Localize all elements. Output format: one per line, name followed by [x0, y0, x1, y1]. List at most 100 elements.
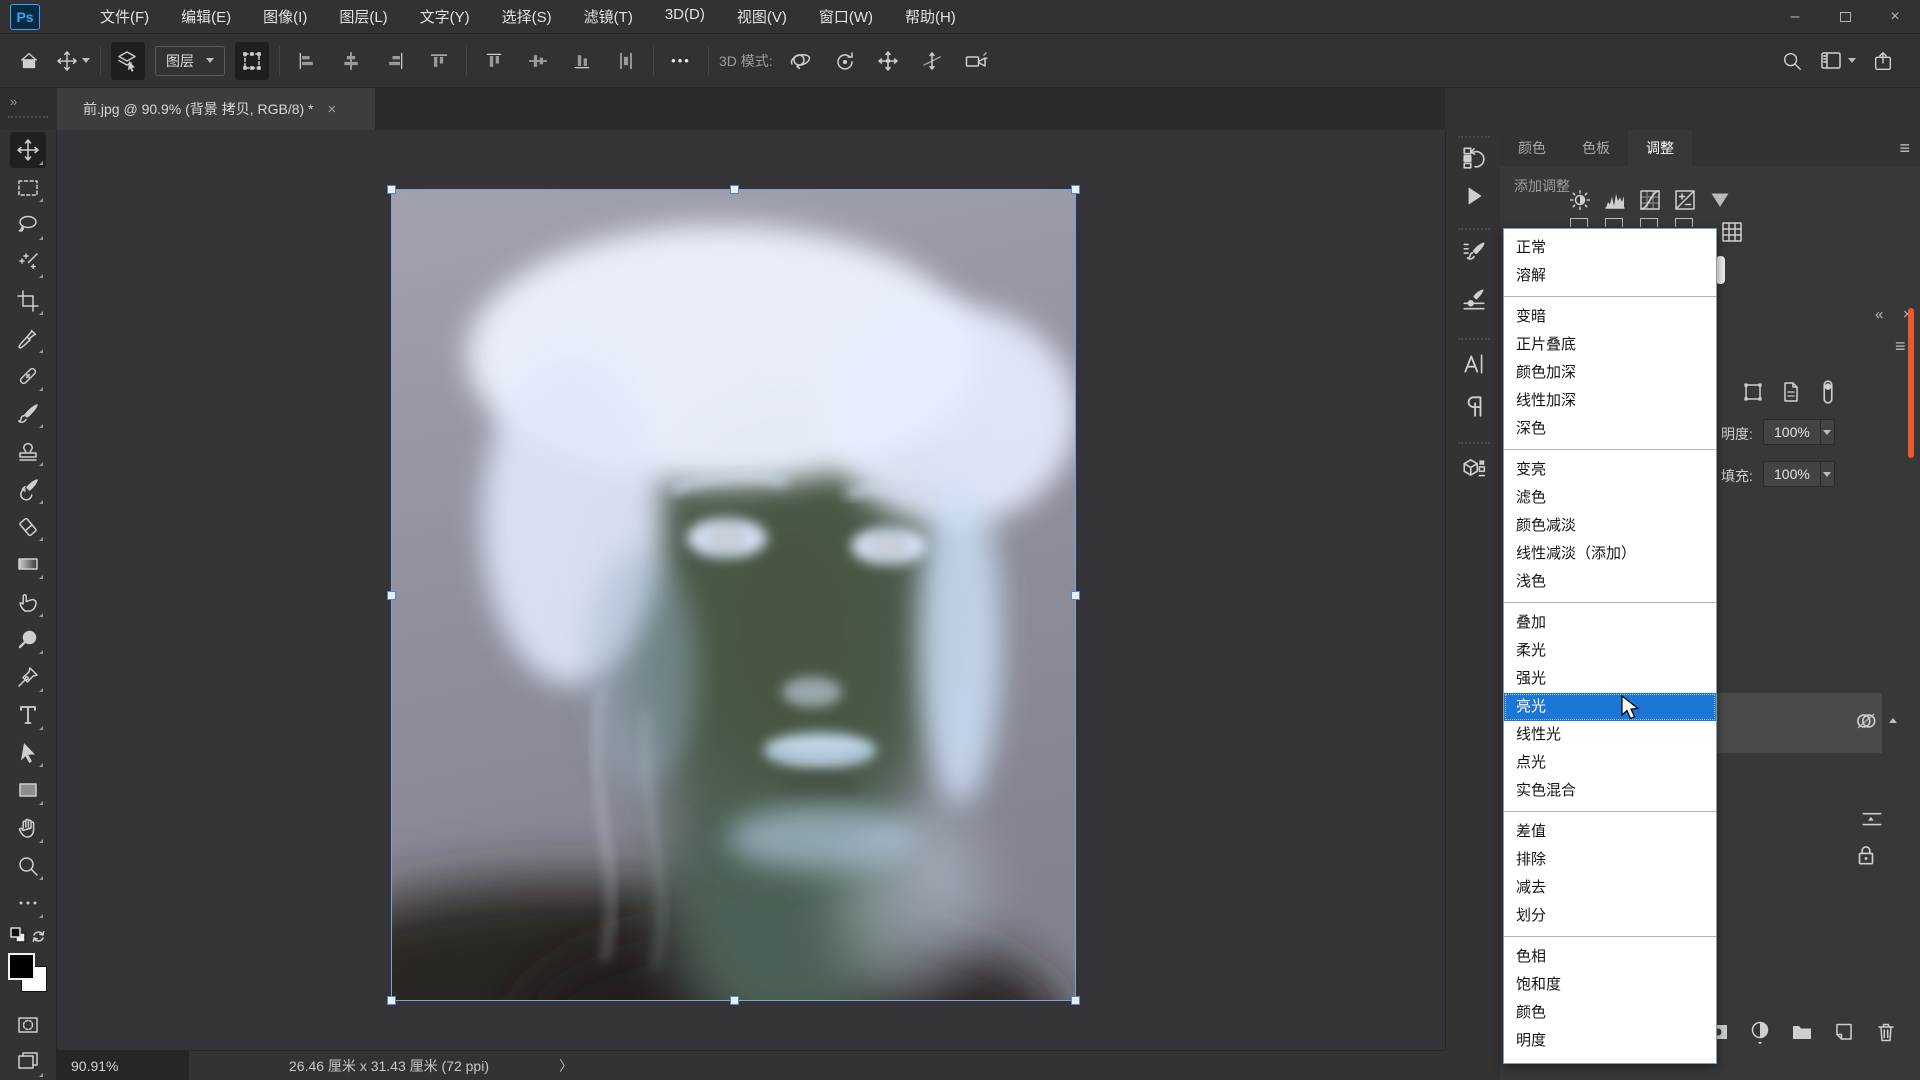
pen-tool[interactable]	[10, 659, 46, 695]
hand-tool[interactable]	[10, 810, 46, 846]
tab-color[interactable]: 颜色	[1500, 130, 1564, 166]
gradient-tool[interactable]	[10, 546, 46, 582]
vibrance-button[interactable]	[1706, 186, 1734, 214]
history-brush-tool[interactable]	[10, 471, 46, 507]
blend-mode-option[interactable]: 强光	[1504, 665, 1716, 693]
threed-panel-button[interactable]	[1460, 454, 1488, 482]
smudge-tool[interactable]	[10, 584, 46, 620]
fill-dropdown[interactable]	[1820, 462, 1834, 486]
blend-mode-option[interactable]: 颜色	[1504, 999, 1716, 1027]
menu-item-8[interactable]: 视图(V)	[721, 0, 803, 34]
auto-select-toggle[interactable]	[111, 42, 145, 80]
blend-mode-option[interactable]: 变亮	[1504, 456, 1716, 484]
align-middle-button[interactable]	[521, 42, 555, 80]
blend-mode-option[interactable]: 颜色减淡	[1504, 512, 1716, 540]
adjustment-layer-icon[interactable]	[1748, 1019, 1772, 1045]
scrollbar-highlight[interactable]	[1908, 308, 1914, 458]
align-center-h-button[interactable]	[334, 42, 368, 80]
brightness-contrast-button[interactable]	[1566, 186, 1594, 214]
tab-swatches[interactable]: 色板	[1564, 130, 1628, 166]
threed-orbit-button[interactable]	[783, 42, 817, 80]
history-panel-button[interactable]	[1460, 144, 1488, 172]
menu-item-5[interactable]: 选择(S)	[486, 0, 568, 34]
blend-mode-option[interactable]: 线性减淡（添加）	[1504, 540, 1716, 568]
tab-adjustments[interactable]: 调整	[1628, 130, 1692, 166]
new-group-folder-icon[interactable]	[1790, 1020, 1814, 1044]
blend-mode-option[interactable]: 明度	[1504, 1027, 1716, 1055]
blend-mode-option[interactable]: 线性光	[1504, 721, 1716, 749]
search-icon[interactable]	[1781, 50, 1803, 72]
menu-item-9[interactable]: 窗口(W)	[803, 0, 889, 34]
panel-menu-icon[interactable]: ≡	[1895, 336, 1906, 357]
blend-circles-icon[interactable]	[1853, 708, 1879, 734]
threed-pan-button[interactable]	[871, 42, 905, 80]
align-left-button[interactable]	[290, 42, 324, 80]
character-panel-button[interactable]	[1460, 350, 1488, 378]
zoom-level-field[interactable]: 90.91%	[57, 1051, 189, 1080]
panel-menu-icon[interactable]: ≡	[1899, 138, 1910, 159]
show-transform-controls-toggle[interactable]	[235, 42, 269, 80]
color-balance-button-clipped[interactable]	[1605, 218, 1623, 227]
blend-mode-option[interactable]: 溶解	[1504, 262, 1716, 290]
actions-panel-button[interactable]	[1460, 182, 1488, 210]
fill-field[interactable]: 100%	[1763, 461, 1835, 487]
close-button[interactable]: ×	[1870, 0, 1920, 34]
blend-mode-option[interactable]: 线性加深	[1504, 387, 1716, 415]
clip-layers-icon[interactable]	[1859, 805, 1885, 831]
blend-mode-option[interactable]: 滤色	[1504, 484, 1716, 512]
zoom-tool[interactable]	[10, 848, 46, 884]
align-bottom-button[interactable]	[565, 42, 599, 80]
menu-item-10[interactable]: 帮助(H)	[889, 0, 972, 34]
lasso-tool[interactable]	[10, 207, 46, 243]
document-canvas-inverted-portrait[interactable]	[392, 190, 1075, 1000]
collapse-panel-icon[interactable]: «	[1875, 306, 1883, 323]
eyedropper-tool[interactable]	[10, 320, 46, 356]
menu-item-6[interactable]: 滤镜(T)	[568, 0, 649, 34]
blend-mode-option[interactable]: 变暗	[1504, 303, 1716, 331]
new-layer-icon[interactable]	[1832, 1020, 1856, 1044]
move-tool[interactable]	[10, 132, 46, 168]
minimize-button[interactable]: –	[1770, 0, 1820, 34]
edit-toolbar-button[interactable]	[10, 885, 46, 921]
eraser-tool[interactable]	[10, 509, 46, 545]
black-white-button-clipped[interactable]	[1640, 218, 1658, 227]
clone-stamp-tool[interactable]	[10, 433, 46, 469]
blend-mode-option[interactable]: 颜色加深	[1504, 359, 1716, 387]
close-tab-icon[interactable]: ×	[328, 101, 337, 118]
threed-camera-button[interactable]	[959, 42, 993, 80]
blend-mode-option[interactable]: 减去	[1504, 874, 1716, 902]
blend-mode-option[interactable]: 亮光	[1504, 693, 1716, 721]
blend-mode-option[interactable]: 正常	[1504, 234, 1716, 262]
align-top-edges-button[interactable]	[422, 42, 456, 80]
quick-mask-button[interactable]	[10, 1007, 46, 1043]
type-tool[interactable]	[10, 697, 46, 733]
blend-mode-option[interactable]: 差值	[1504, 818, 1716, 846]
threed-roll-button[interactable]	[827, 42, 861, 80]
curves-button[interactable]	[1636, 186, 1664, 214]
blend-mode-option[interactable]: 色相	[1504, 943, 1716, 971]
blend-mode-option[interactable]: 划分	[1504, 902, 1716, 930]
workspace-switcher[interactable]	[1819, 49, 1856, 73]
swap-colors-icon[interactable]	[33, 932, 43, 942]
threed-slide-button[interactable]	[915, 42, 949, 80]
photo-filter-button-clipped[interactable]	[1675, 218, 1693, 227]
exposure-button[interactable]	[1671, 186, 1699, 214]
menu-item-4[interactable]: 文字(Y)	[404, 0, 486, 34]
default-colors-icon[interactable]	[11, 928, 25, 942]
blend-mode-option[interactable]: 饱和度	[1504, 971, 1716, 999]
hue-saturation-button-clipped[interactable]	[1570, 218, 1588, 227]
color-lookup-button[interactable]	[1718, 218, 1746, 246]
blend-mode-option[interactable]: 叠加	[1504, 609, 1716, 637]
restore-button[interactable]	[1820, 0, 1870, 34]
blend-mode-option[interactable]: 实色混合	[1504, 777, 1716, 805]
move-tool-preset[interactable]	[56, 42, 90, 80]
align-right-button[interactable]	[378, 42, 412, 80]
collapse-row-icon[interactable]	[1889, 718, 1897, 723]
magic-wand-tool[interactable]	[10, 245, 46, 281]
dodge-tool[interactable]	[10, 622, 46, 658]
home-button[interactable]	[12, 42, 46, 80]
shape-tool[interactable]	[10, 772, 46, 808]
marquee-tool[interactable]	[10, 170, 46, 206]
brush-tool[interactable]	[10, 396, 46, 432]
distribute-vertical-button[interactable]	[609, 42, 643, 80]
